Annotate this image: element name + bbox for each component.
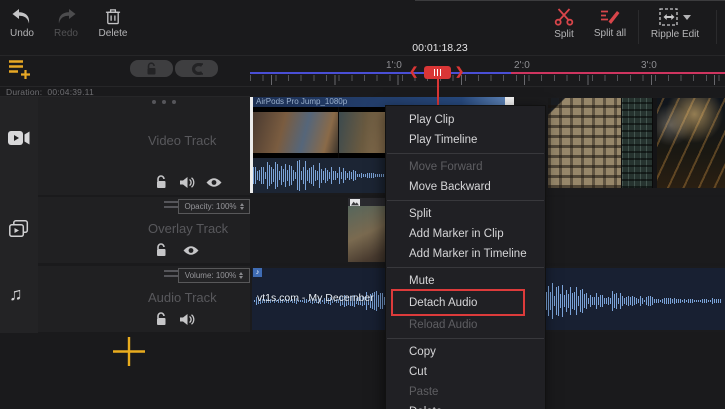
menu-item-play-timeline[interactable]: Play Timeline [386,130,545,150]
menu-separator [387,267,544,268]
image-icon [350,199,360,206]
stepper-arrows-icon[interactable] [240,203,244,210]
playhead-right-arrow[interactable]: ❯ [455,65,464,78]
audio-track-label: Audio Track [148,290,217,305]
menu-separator [387,153,544,154]
panel-divider [415,0,725,1]
toolbar-divider [638,10,639,44]
overlay-track-label: Overlay Track [148,221,228,236]
overlay-visibility-toggle[interactable] [183,245,199,256]
video-mute-toggle[interactable] [180,176,195,189]
undo-label: Undo [10,29,34,39]
playhead-timestamp: 00:01:18.23 [395,42,485,54]
add-track-icon [8,58,32,79]
volume-value: Volume: 100% [185,271,237,280]
menu-separator [387,200,544,201]
video-track-icon [8,130,30,146]
audio-clip-title: vt1s.com - My December [257,292,374,304]
menu-item-split[interactable]: Split [386,204,545,224]
overlay-track-header: Overlay Track Opacity: 100% [38,197,250,263]
delete-label: Delete [99,29,128,39]
redo-button[interactable]: Redo [46,8,86,39]
timeline-panel: Undo Redo Delete Split [0,0,725,409]
audio-track-icon: ♫ [9,284,23,305]
split-all-button[interactable]: Split all [586,8,634,39]
ruler-progress-line-red [511,72,725,74]
video-clip-title: AirPods Pro Jump_1080p [256,97,347,106]
split-all-icon [600,8,620,25]
clip-selection-handle[interactable] [250,97,253,193]
video-clip-2[interactable] [548,98,725,188]
trash-icon [105,8,121,25]
track-lock-toggle[interactable] [130,60,173,77]
opacity-value: Opacity: 100% [184,202,236,211]
ruler-progress-line-blue [250,72,511,74]
split-all-label: Split all [594,29,626,39]
delete-button[interactable]: Delete [92,8,134,39]
divider [0,86,725,87]
audio-mute-toggle[interactable] [180,313,195,326]
video-visibility-toggle[interactable] [206,177,222,188]
overlay-lock-toggle[interactable] [155,243,167,257]
menu-item-move-forward[interactable]: Move Forward [386,157,545,177]
detach-audio-highlight-box [391,289,525,316]
menu-item-mute[interactable]: Mute [386,271,545,291]
undo-icon [11,8,33,25]
undo-button[interactable]: Undo [3,8,41,39]
lock-icon [146,62,157,75]
menu-item-add-marker-in-timeline[interactable]: Add Marker in Timeline [386,244,545,264]
ripple-edit-label: Ripple Edit [651,30,699,40]
ruler-label-3min: 3':0 [641,60,657,71]
menu-item-delete[interactable]: Delete [386,402,545,409]
ruler-label-1min: 1':0 [386,60,402,71]
playhead-marker[interactable] [424,66,451,79]
volume-stepper[interactable]: Volume: 100% [178,268,250,283]
ripple-edit-button[interactable]: Ripple Edit [640,8,710,40]
audio-lock-toggle[interactable] [155,312,167,326]
menu-item-cut[interactable]: Cut [386,362,545,382]
stepper-arrows-icon[interactable] [239,272,243,279]
add-media-plus-icon[interactable] [112,336,146,367]
split-label: Split [554,30,573,40]
audio-track-header: Audio Track Volume: 100% [38,266,250,332]
redo-icon [55,8,77,25]
scissors-icon [554,8,574,26]
playhead-left-arrow[interactable]: ❮ [409,65,418,78]
overlay-track-icon [9,220,29,237]
track-drag-handle[interactable] [152,100,176,104]
menu-item-move-backward[interactable]: Move Backward [386,177,545,197]
video-track-label: Video Track [148,133,216,148]
opacity-stepper[interactable]: Opacity: 100% [178,199,250,214]
toolbar-divider [716,10,717,44]
menu-separator [387,338,544,339]
add-track-button[interactable] [8,58,36,82]
menu-item-copy[interactable]: Copy [386,342,545,362]
ripple-edit-icon [659,8,679,26]
ruler-ticks-major [250,75,725,85]
split-button[interactable]: Split [543,8,585,40]
chevron-down-icon [683,15,691,20]
context-menu: Play Clip Play Timeline Move Forward Mov… [385,105,546,409]
ruler-label-2min: 2':0 [514,60,530,71]
menu-item-play-clip[interactable]: Play Clip [386,110,545,130]
menu-item-add-marker-in-clip[interactable]: Add Marker in Clip [386,224,545,244]
menu-item-reload-audio[interactable]: Reload Audio [386,315,545,335]
menu-item-paste[interactable]: Paste [386,382,545,402]
magnet-icon [190,63,204,75]
snap-toggle[interactable] [175,60,218,77]
redo-label: Redo [54,29,78,39]
playhead-line[interactable] [437,79,439,106]
video-lock-toggle[interactable] [155,175,167,189]
